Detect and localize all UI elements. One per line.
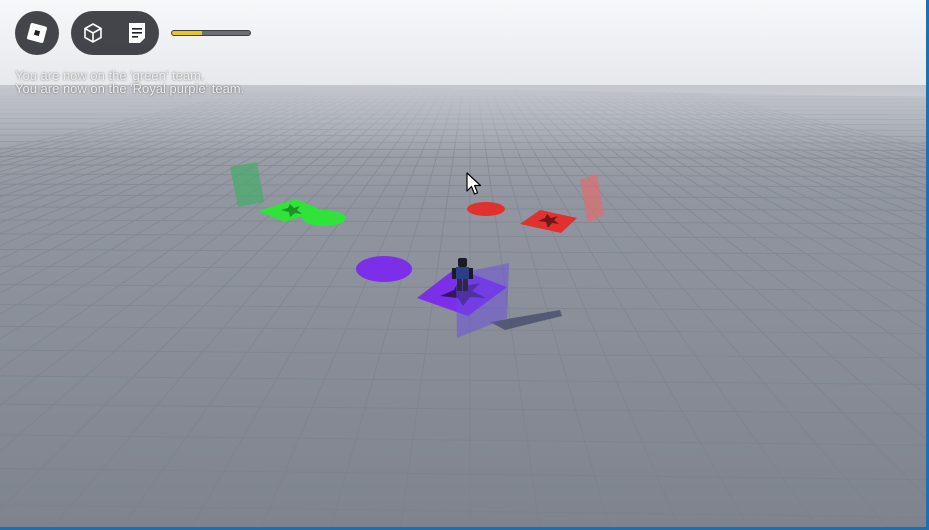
roblox-menu-button[interactable] [15,11,59,55]
health-bar [171,30,251,36]
roblox-logo-icon [15,11,59,55]
red-team-pad [467,202,505,216]
mouse-cursor-icon [466,172,482,195]
cube-icon[interactable] [71,11,115,55]
chat-message: You are now on the 'Royal purple' team. [15,81,245,96]
chat-log: You are now on the 'green' team. You are… [15,69,244,95]
purple-team-pad [356,256,412,282]
chat-bubble-icon[interactable] [115,11,159,55]
health-bar-fill [172,31,202,35]
toolbar-pill [71,11,159,55]
green-team-pad [302,210,346,226]
